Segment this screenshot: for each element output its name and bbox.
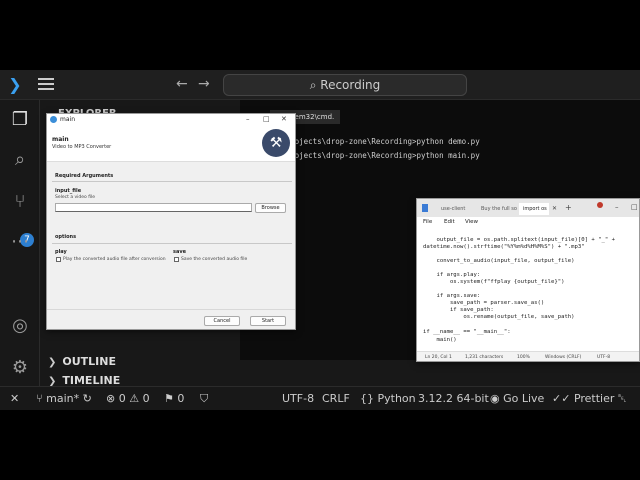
- back-arrow-icon[interactable]: ←: [176, 76, 188, 92]
- input-file-help: Select a video file: [55, 195, 96, 200]
- command-center[interactable]: ⌕ Recording: [223, 74, 467, 96]
- status-bar: ✕ ⑂ main* ↻ ⊗ 0 ⚠ 0 ⚑ 0 ⛉ UTF-8 CRLF {} …: [0, 386, 640, 410]
- code-line: main(): [423, 337, 457, 343]
- settings-gear-icon[interactable]: ⚙: [8, 356, 32, 380]
- tools-icon: ⚒: [262, 129, 290, 157]
- forward-arrow-icon[interactable]: →: [198, 76, 210, 92]
- code-line: output_file = os.path.splitext(input_fil…: [423, 237, 615, 243]
- play-checkbox[interactable]: [56, 257, 61, 262]
- options-header: options: [55, 234, 77, 240]
- input-file-field[interactable]: [55, 203, 252, 212]
- notepad-tabs: use-client Buy the full sou import os ✕ …: [417, 199, 639, 217]
- golive-status[interactable]: ◉ Go Live: [490, 392, 544, 405]
- record-icon: [597, 202, 603, 208]
- code-line: datetime.now().strftime("%Y%m%d%H%M%S") …: [423, 244, 585, 250]
- cursor-position: Ln 20, Col 1: [425, 355, 452, 360]
- activity-bar: ❐ ⌕ ⑂ 7 ⋯ ◎ ⚙: [0, 100, 40, 386]
- prettier-status[interactable]: ✓✓ Prettier: [552, 392, 614, 405]
- save-help: Save the converted audio file: [181, 257, 248, 262]
- close-icon[interactable]: ✕: [281, 115, 287, 123]
- form-footer: Cancel Start: [47, 309, 295, 329]
- language-status[interactable]: {} Python: [360, 392, 416, 405]
- cancel-button[interactable]: Cancel: [204, 316, 240, 326]
- close-tab-icon[interactable]: ✕: [552, 205, 557, 212]
- eol-status: Windows (CRLF): [545, 355, 582, 360]
- new-tab-icon[interactable]: +: [565, 203, 572, 212]
- code-line: os.rename(output_file, save_path): [423, 314, 575, 320]
- code-line: convert_to_audio(input_file, output_file…: [423, 258, 575, 264]
- shield-icon[interactable]: ⛉: [200, 392, 208, 406]
- screen: ❯ ← → ⌕ Recording ❐ ⌕ ⑂ 7 ⋯ ◎ ⚙ EXPLORER…: [0, 0, 640, 480]
- save-label: save: [173, 249, 187, 255]
- notepad-tab-active[interactable]: import os: [519, 203, 549, 215]
- remote-icon[interactable]: ✕: [10, 392, 19, 405]
- notepad-status-bar: Ln 20, Col 1 1,231 characters 100% Windo…: [417, 351, 639, 361]
- menu-file[interactable]: File: [423, 219, 432, 225]
- code-line: save_path = parser.save_as(): [423, 300, 545, 306]
- search-icon[interactable]: ⌕: [8, 148, 32, 172]
- notepad-tab[interactable]: use-client: [437, 203, 475, 215]
- eol-status[interactable]: CRLF: [322, 392, 350, 405]
- notepad-tab[interactable]: Buy the full sou: [477, 203, 517, 215]
- minimize-icon[interactable]: –: [615, 203, 619, 211]
- header-title: main: [52, 136, 69, 143]
- notepad-menu: File Edit View: [417, 217, 639, 229]
- form-header: main Video to MP3 Converter ⚒: [47, 126, 295, 162]
- encoding-status: UTF-8: [597, 355, 611, 360]
- ports-status[interactable]: ⚑ 0: [164, 392, 184, 405]
- menu-view[interactable]: View: [465, 219, 478, 225]
- app-icon: [50, 116, 57, 123]
- code-line: if args.play:: [423, 272, 481, 278]
- command-center-label: Recording: [320, 78, 381, 92]
- terminal-line: shaprojects\drop-zone\Recording>python m…: [272, 151, 480, 160]
- menu-icon[interactable]: [38, 78, 54, 92]
- maximize-icon[interactable]: □: [263, 115, 270, 123]
- problems-status[interactable]: ⊗ 0 ⚠ 0: [106, 392, 150, 405]
- required-header: Required Arguments: [55, 173, 114, 179]
- converter-window: main – □ ✕ main Video to MP3 Converter ⚒…: [46, 113, 296, 330]
- notifications-bell-icon[interactable]: ␇: [618, 392, 627, 406]
- window-title-bar: main – □ ✕: [47, 114, 295, 126]
- maximize-icon[interactable]: □: [631, 203, 638, 211]
- chevron-right-icon: ❯: [48, 357, 57, 368]
- notepad-icon: [422, 204, 428, 212]
- encoding-status[interactable]: UTF-8: [282, 392, 314, 405]
- code-line: if save_path:: [423, 307, 494, 313]
- explorer-icon[interactable]: ❐: [8, 108, 32, 132]
- window-title: main: [60, 116, 75, 123]
- char-count: 1,231 characters: [465, 355, 504, 360]
- title-bar: ❯ ← → ⌕ Recording: [0, 70, 640, 100]
- divider: [52, 181, 292, 182]
- minimize-icon[interactable]: –: [246, 115, 250, 123]
- account-icon[interactable]: ◎: [8, 314, 32, 338]
- zoom-level: 100%: [517, 355, 530, 360]
- more-icon[interactable]: ⋯: [8, 230, 32, 254]
- start-button[interactable]: Start: [250, 316, 286, 326]
- code-line: if args.save:: [423, 293, 481, 299]
- interpreter-status[interactable]: 3.12.2 64-bit: [418, 392, 489, 405]
- play-help: Play the converted audio file after conv…: [63, 257, 166, 262]
- divider: [52, 243, 292, 244]
- code-line: if __name__ == "__main__":: [423, 329, 511, 335]
- search-icon: ⌕: [309, 78, 317, 92]
- branch-status[interactable]: ⑂ main* ↻: [36, 392, 92, 405]
- save-checkbox[interactable]: [174, 257, 179, 262]
- notepad-window: use-client Buy the full sou import os ✕ …: [416, 198, 640, 362]
- play-label: play: [55, 249, 67, 255]
- header-subtitle: Video to MP3 Converter: [52, 144, 112, 150]
- terminal-line: shaprojects\drop-zone\Recording>python d…: [272, 137, 480, 146]
- input-file-label: input_file: [55, 188, 82, 194]
- menu-edit[interactable]: Edit: [444, 219, 455, 225]
- outline-section[interactable]: ❯ OUTLINE: [48, 355, 116, 368]
- browse-button[interactable]: Browse: [255, 203, 286, 213]
- code-line: os.system(f"ffplay {output_file}"): [423, 279, 565, 285]
- source-control-icon[interactable]: ⑂: [8, 190, 32, 214]
- vscode-logo-icon: ❯: [8, 75, 22, 94]
